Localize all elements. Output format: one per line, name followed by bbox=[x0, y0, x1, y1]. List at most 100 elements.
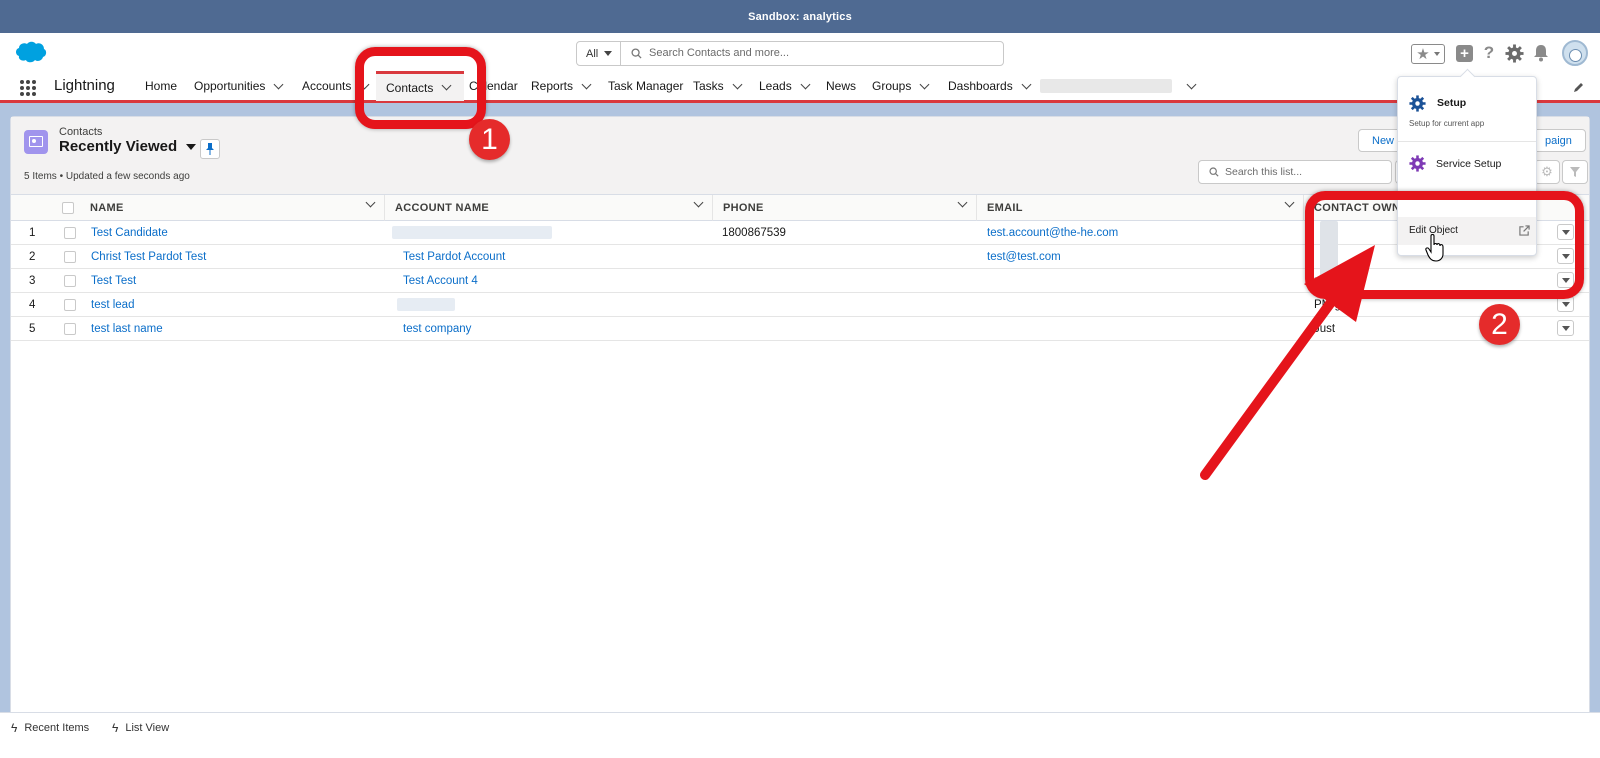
add-to-campaign-button[interactable]: paign bbox=[1530, 129, 1586, 152]
search-icon bbox=[631, 48, 642, 59]
global-header: All Search Contacts and more... ★ + ? bbox=[0, 33, 1600, 71]
nav-reports[interactable]: Reports bbox=[531, 71, 592, 101]
chevron-down-icon[interactable] bbox=[919, 79, 930, 89]
setup-gear-button[interactable] bbox=[1505, 44, 1524, 63]
row-checkbox[interactable] bbox=[64, 298, 76, 311]
annotation-badge-2: 2 bbox=[1479, 304, 1520, 345]
column-label: PHONE bbox=[723, 201, 764, 214]
menu-item-description: Setup for current app bbox=[1409, 119, 1485, 128]
nav-label: Tasks bbox=[693, 79, 724, 93]
search-scope-select[interactable]: All bbox=[577, 42, 621, 65]
nav-opportunities[interactable]: Opportunities bbox=[194, 71, 284, 101]
edit-nav-pencil-icon[interactable] bbox=[1573, 81, 1585, 93]
chevron-down-icon[interactable] bbox=[273, 79, 284, 89]
contact-name-link[interactable]: Christ Test Pardot Test bbox=[91, 245, 206, 268]
chevron-down-icon[interactable] bbox=[800, 79, 811, 89]
chevron-down-icon[interactable] bbox=[365, 197, 376, 208]
new-button-label: New bbox=[1372, 134, 1395, 147]
column-header-account-name[interactable]: ACCOUNT NAME bbox=[385, 195, 713, 221]
row-checkbox[interactable] bbox=[64, 322, 76, 335]
column-header-email[interactable]: EMAIL bbox=[977, 195, 1304, 221]
nav-news[interactable]: News bbox=[826, 71, 856, 101]
menu-item-service-setup[interactable]: Service Setup bbox=[1398, 149, 1536, 179]
account-name-link[interactable]: test company bbox=[403, 317, 471, 340]
campaign-button-label: paign bbox=[1545, 134, 1572, 147]
filter-button[interactable] bbox=[1562, 160, 1588, 184]
caret-down-icon bbox=[186, 143, 197, 150]
select-all-checkbox[interactable] bbox=[61, 201, 74, 214]
nav-label: Groups bbox=[872, 79, 912, 93]
annotation-arrow bbox=[1200, 245, 1375, 480]
search-input[interactable]: Search Contacts and more... bbox=[649, 47, 789, 59]
object-label: Contacts bbox=[59, 126, 103, 138]
contact-name-link[interactable]: Test Candidate bbox=[91, 221, 168, 244]
chevron-down-icon[interactable] bbox=[581, 79, 592, 89]
list-view-name: Recently Viewed bbox=[59, 138, 178, 155]
user-avatar[interactable] bbox=[1562, 40, 1588, 66]
column-label: ACCOUNT NAME bbox=[395, 201, 490, 214]
nav-tasks[interactable]: Tasks bbox=[693, 71, 743, 101]
pin-list-button[interactable] bbox=[200, 139, 220, 159]
filter-icon bbox=[1570, 167, 1580, 177]
list-view-selector[interactable]: Recently Viewed bbox=[59, 138, 197, 155]
nav-home[interactable]: Home bbox=[145, 71, 177, 101]
global-actions-button[interactable]: + bbox=[1456, 45, 1473, 62]
setup-gear-icon bbox=[1409, 95, 1426, 112]
badge-number: 1 bbox=[481, 122, 498, 156]
lightning-bolt-icon: ϟ bbox=[112, 721, 119, 735]
chevron-down-icon[interactable] bbox=[957, 197, 968, 208]
contact-name-link[interactable]: test last name bbox=[91, 317, 163, 340]
chevron-down-icon[interactable] bbox=[1186, 79, 1197, 89]
caret-down-icon bbox=[604, 51, 613, 56]
account-name-link[interactable]: Test Pardot Account bbox=[403, 245, 505, 268]
app-launcher-icon[interactable] bbox=[19, 79, 37, 97]
nav-leads[interactable]: Leads bbox=[759, 71, 811, 101]
utility-label: List View bbox=[125, 722, 170, 734]
nav-groups[interactable]: Groups bbox=[872, 71, 930, 101]
utility-bar: ϟ Recent Items ϟ List View bbox=[0, 712, 1600, 758]
caret-down-icon bbox=[1561, 301, 1570, 307]
chevron-down-icon[interactable] bbox=[732, 79, 743, 89]
chevron-down-icon[interactable] bbox=[693, 197, 704, 208]
email-link[interactable]: test@test.com bbox=[987, 245, 1061, 268]
row-actions-button[interactable] bbox=[1557, 320, 1574, 336]
select-all-cell bbox=[55, 195, 80, 221]
row-checkbox[interactable] bbox=[64, 226, 76, 239]
row-number: 5 bbox=[29, 322, 36, 335]
gear-icon: ⚙ bbox=[1541, 164, 1553, 179]
plus-icon: + bbox=[1460, 45, 1469, 62]
column-header-name[interactable]: NAME bbox=[80, 195, 385, 221]
row-number: 2 bbox=[29, 250, 36, 263]
app-name: Lightning bbox=[54, 77, 115, 94]
nav-dashboards[interactable]: Dashboards bbox=[948, 71, 1032, 101]
menu-item-setup[interactable]: Setup Setup for current app bbox=[1398, 83, 1536, 139]
list-view-utility[interactable]: ϟ List View bbox=[112, 721, 169, 735]
annotation-badge-1: 1 bbox=[469, 119, 510, 160]
caret-down-icon bbox=[1561, 325, 1570, 331]
recent-items-utility[interactable]: ϟ Recent Items bbox=[11, 721, 89, 735]
notifications-bell-icon[interactable] bbox=[1533, 44, 1549, 62]
nav-more[interactable] bbox=[1040, 71, 1197, 101]
global-search[interactable]: All Search Contacts and more... bbox=[576, 41, 1004, 66]
nav-label: Home bbox=[145, 79, 178, 93]
column-header-phone[interactable]: PHONE bbox=[713, 195, 977, 221]
account-name-link[interactable]: Test Account 4 bbox=[403, 269, 478, 292]
row-number: 1 bbox=[29, 226, 36, 239]
email-link[interactable]: test.account@the-he.com bbox=[987, 221, 1118, 244]
list-search-input[interactable]: Search this list... bbox=[1198, 160, 1392, 184]
nav-task-manager[interactable]: Task Manager bbox=[608, 71, 683, 101]
salesforce-logo-icon[interactable] bbox=[13, 41, 47, 65]
service-gear-icon bbox=[1409, 155, 1426, 172]
row-checkbox[interactable] bbox=[64, 250, 76, 263]
contact-name-link[interactable]: test lead bbox=[91, 293, 134, 316]
utility-label: Recent Items bbox=[24, 722, 90, 734]
help-button[interactable]: ? bbox=[1480, 43, 1498, 63]
row-checkbox[interactable] bbox=[64, 274, 76, 287]
favorites-button[interactable]: ★ bbox=[1411, 44, 1445, 64]
chevron-down-icon[interactable] bbox=[1021, 79, 1032, 89]
redacted-account-name bbox=[392, 226, 552, 239]
list-status-text: 5 Items • Updated a few seconds ago bbox=[24, 171, 190, 182]
contact-name-link[interactable]: Test Test bbox=[91, 269, 136, 292]
refresh-button[interactable]: ⚙ bbox=[1534, 160, 1560, 184]
chevron-down-icon[interactable] bbox=[1284, 197, 1295, 208]
